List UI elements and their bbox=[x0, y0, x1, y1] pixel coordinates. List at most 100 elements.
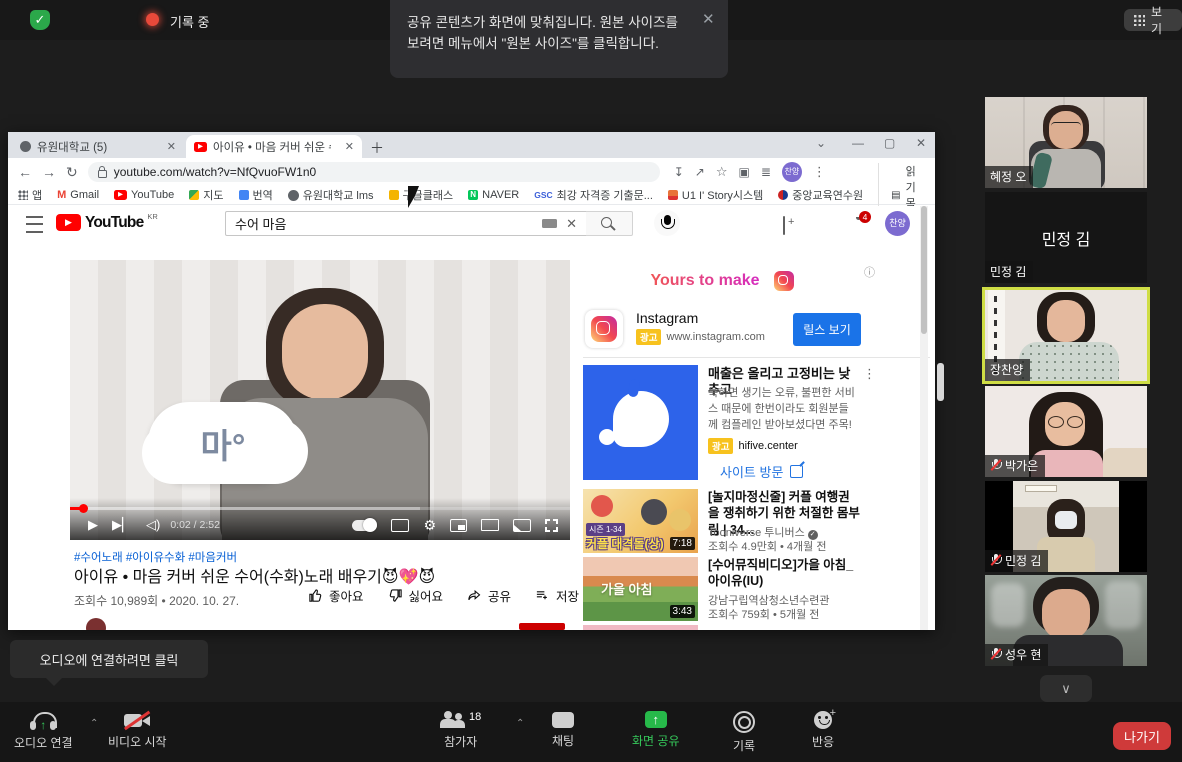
scrollbar-thumb[interactable] bbox=[921, 206, 927, 334]
suggested-video-2-thumbnail[interactable]: 가을 아침 3:43 bbox=[583, 557, 698, 621]
participant-tile[interactable]: 성우 현 bbox=[985, 575, 1147, 666]
tab-univ[interactable]: 유원대학교 (5) ✕ bbox=[12, 135, 184, 158]
next-button[interactable]: ▶▏ bbox=[112, 517, 132, 533]
participant-tile[interactable]: 민정 김 bbox=[985, 481, 1147, 572]
participants-button[interactable]: 18 참가자 bbox=[440, 711, 481, 750]
bookmark-naver[interactable]: NNAVER bbox=[468, 189, 519, 201]
settings-gear-icon[interactable]: ⚙ bbox=[423, 517, 436, 534]
record-button[interactable]: 기록 bbox=[733, 711, 755, 754]
participant-tile-active-speaker[interactable]: 장찬양 bbox=[982, 287, 1150, 384]
youtube-logo[interactable]: ▶ YouTube KR bbox=[56, 214, 158, 231]
search-box[interactable]: ✕ bbox=[225, 211, 587, 236]
instagram-banner-ad[interactable]: Yours to make bbox=[583, 260, 861, 302]
sidebar-resize-handle[interactable] bbox=[937, 363, 944, 401]
participant-body bbox=[1019, 342, 1119, 381]
window-close-icon[interactable]: ✕ bbox=[916, 136, 926, 150]
hamburger-menu-icon[interactable] bbox=[26, 216, 43, 233]
autoplay-toggle[interactable] bbox=[352, 520, 377, 531]
voice-search-button[interactable] bbox=[654, 210, 680, 236]
leave-meeting-button[interactable]: 나가기 bbox=[1113, 722, 1171, 750]
youtube-favicon: ▶ bbox=[194, 142, 207, 152]
new-tab-button[interactable]: ＋ bbox=[370, 138, 384, 158]
dislike-button[interactable]: 싫어요 bbox=[388, 586, 444, 605]
instagram-ad[interactable]: Instagram 광고 www.instagram.com bbox=[636, 310, 765, 345]
tab-close-icon[interactable]: ✕ bbox=[167, 140, 176, 153]
video-player[interactable]: 마° ▶ ▶▏ ◁) 0:02 / 2:52 ⚙ bbox=[70, 260, 570, 540]
bookmark-classroom[interactable]: 구글클래스 bbox=[389, 187, 454, 203]
suggested-video-3-thumbnail[interactable] bbox=[583, 625, 698, 630]
chrome-menu-icon[interactable]: ⋮ bbox=[813, 164, 826, 180]
suggested-video-2-title[interactable]: [수어뮤직비디오]가을 아침_아이유(IU) bbox=[708, 557, 860, 590]
like-button[interactable]: 좋아요 bbox=[308, 586, 364, 605]
visit-site-button[interactable]: 사이트 방문 bbox=[720, 462, 803, 481]
ad-badge: 광고 bbox=[636, 329, 661, 345]
suggested-video-1-thumbnail[interactable]: 시즌 1-34 커플 대격돌(상) 7:18 bbox=[583, 489, 698, 553]
miniplayer-icon[interactable] bbox=[450, 519, 467, 532]
bookmark-gmail[interactable]: MGmail bbox=[57, 189, 99, 201]
download-icon[interactable]: ↧ bbox=[674, 165, 684, 179]
captions-icon[interactable] bbox=[391, 519, 409, 532]
bookmark-lms[interactable]: 유원대학교 lms bbox=[288, 187, 374, 203]
window-maximize-icon[interactable]: ▢ bbox=[884, 136, 895, 150]
reels-view-button[interactable]: 릴스 보기 bbox=[793, 313, 861, 346]
share-icon[interactable]: ↗ bbox=[695, 165, 705, 179]
window-menu-chevron-icon[interactable]: ⌄ bbox=[816, 136, 826, 150]
start-video-button[interactable]: 비디오 시작 bbox=[108, 712, 167, 750]
participants-options-chevron-icon[interactable]: ⌃ bbox=[516, 718, 524, 729]
tab-youtube[interactable]: ▶ 아이유 • 마음 커버 쉬운 수어(수 ✕ bbox=[186, 135, 362, 158]
youtube-profile-avatar[interactable]: 찬양 bbox=[885, 211, 910, 236]
bookmark-apps[interactable]: 앱 bbox=[18, 187, 42, 203]
bookmark-story[interactable]: U1 I' Story시스템 bbox=[668, 187, 763, 203]
clear-search-icon[interactable]: ✕ bbox=[566, 216, 577, 232]
share-button[interactable]: 공유 bbox=[467, 586, 511, 605]
participant-tile[interactable]: 혜정 오 bbox=[985, 97, 1147, 188]
bookmark-gichul[interactable]: GSC최강 자격증 기출문... bbox=[534, 187, 653, 203]
join-audio-button[interactable]: ↑ 오디오 연결 bbox=[14, 712, 73, 751]
notification-close-icon[interactable]: ✕ bbox=[702, 10, 715, 28]
fullscreen-icon[interactable] bbox=[545, 519, 558, 532]
search-input[interactable] bbox=[226, 216, 542, 231]
youtube-icon: ▶ bbox=[114, 190, 127, 200]
channel-avatar[interactable] bbox=[86, 618, 106, 630]
security-shield-icon[interactable]: ✓ bbox=[30, 10, 50, 30]
keyboard-icon[interactable] bbox=[542, 219, 557, 228]
page-scrollbar[interactable] bbox=[920, 206, 928, 630]
cast-icon[interactable] bbox=[513, 519, 531, 532]
participant-tile[interactable]: 박가은 bbox=[985, 386, 1147, 477]
volume-icon[interactable]: ◁) bbox=[146, 517, 160, 533]
tab-list-icon[interactable]: ≣ bbox=[761, 165, 771, 179]
bookmark-translate[interactable]: 번역 bbox=[239, 187, 273, 203]
window-minimize-icon[interactable]: — bbox=[852, 136, 864, 150]
instagram-ad-logo[interactable] bbox=[585, 310, 623, 348]
forward-icon[interactable]: → bbox=[42, 164, 56, 180]
participants-count: 18 bbox=[469, 711, 481, 723]
participant-tile[interactable]: 민정 김 민정 김 bbox=[985, 192, 1147, 283]
reactions-button[interactable]: + 반응 bbox=[812, 711, 834, 750]
subscribe-button[interactable] bbox=[519, 623, 565, 630]
reading-list-icon: ▤ bbox=[891, 190, 900, 201]
share-screen-button[interactable]: ↑ 화면 공유 bbox=[632, 711, 680, 749]
audio-connect-tooltip: 오디오에 연결하려면 클릭 bbox=[10, 640, 208, 678]
back-icon[interactable]: ← bbox=[18, 164, 32, 180]
view-button[interactable]: 보기 bbox=[1124, 9, 1182, 31]
bookmark-star-icon[interactable]: ☆ bbox=[716, 164, 728, 180]
reload-icon[interactable]: ↻ bbox=[66, 164, 78, 181]
bookmark-youtube[interactable]: ▶YouTube bbox=[114, 189, 174, 201]
tab-close-icon[interactable]: ✕ bbox=[345, 140, 354, 153]
create-video-button[interactable] bbox=[783, 217, 785, 235]
chrome-profile-avatar[interactable]: 찬양 bbox=[782, 162, 802, 182]
hifive-ad-thumbnail[interactable] bbox=[583, 365, 698, 480]
play-button[interactable]: ▶ bbox=[88, 517, 98, 533]
ad-menu-icon[interactable]: ⋮ bbox=[863, 366, 876, 382]
sidebar-scroll-down-button[interactable]: ∨ bbox=[1040, 675, 1092, 702]
bookmark-maps[interactable]: 지도 bbox=[189, 187, 223, 203]
ad-info-icon[interactable]: ⓘ bbox=[864, 264, 875, 280]
extensions-puzzle-icon[interactable]: ▣ bbox=[739, 165, 750, 179]
save-button[interactable]: 저장 bbox=[535, 586, 579, 605]
omnibox[interactable]: youtube.com/watch?v=NfQvuoFW1n0 bbox=[88, 162, 660, 182]
search-button[interactable] bbox=[586, 211, 633, 236]
bookmark-training[interactable]: 중앙교육연수원 bbox=[778, 187, 863, 203]
theater-mode-icon[interactable] bbox=[481, 519, 499, 531]
chat-button[interactable]: 채팅 bbox=[552, 712, 574, 749]
audio-options-chevron-icon[interactable]: ⌃ bbox=[90, 718, 98, 729]
